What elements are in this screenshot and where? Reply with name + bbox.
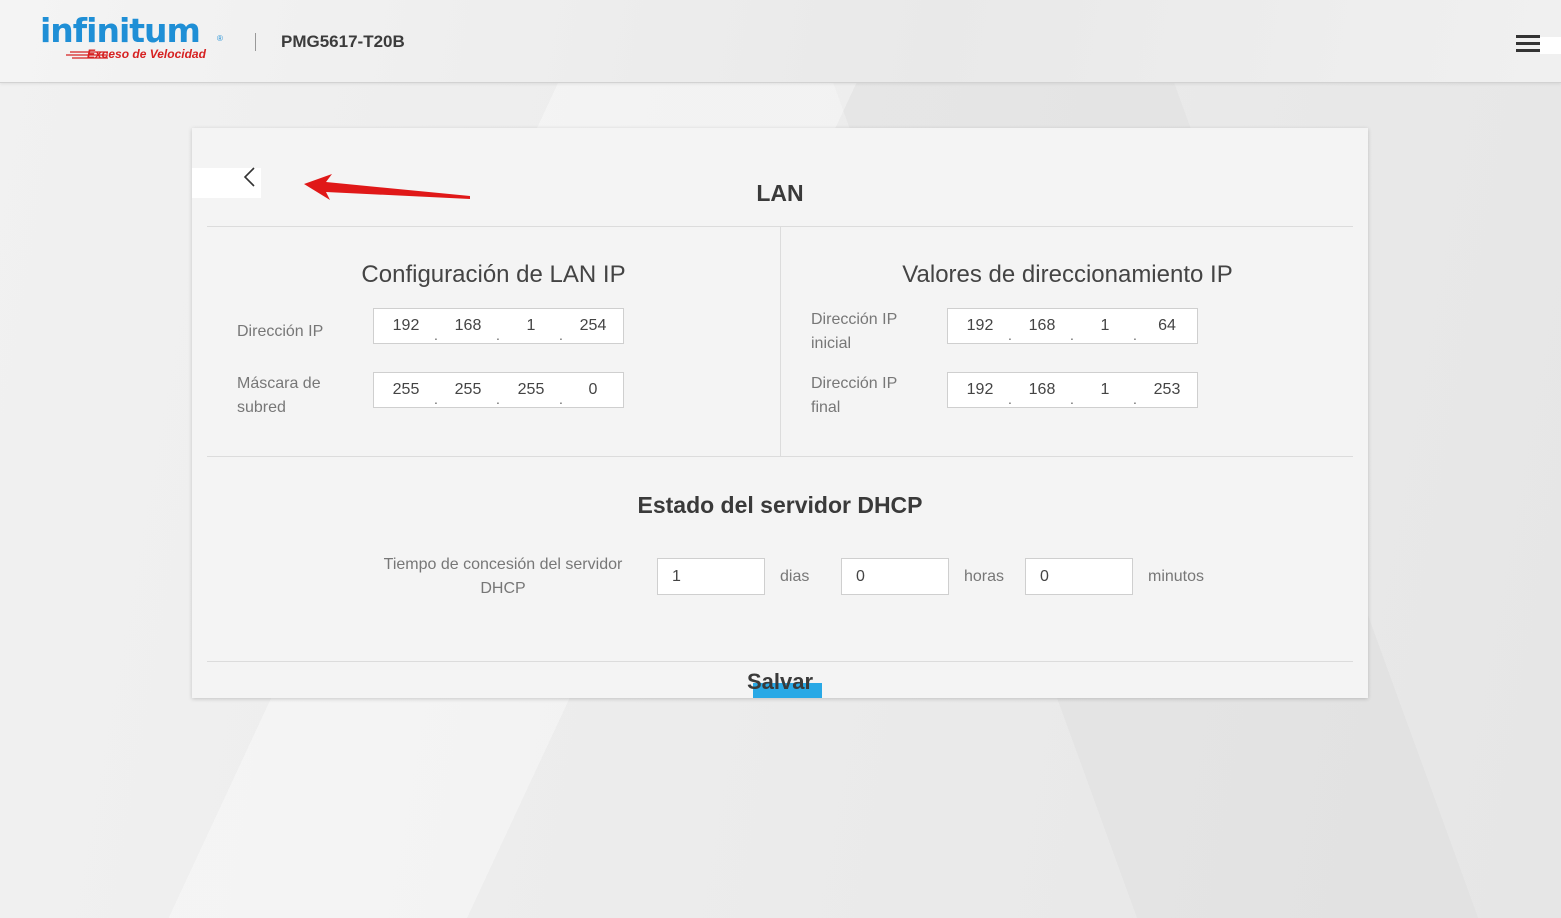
subnet-mask-label: Máscara de subred <box>237 375 321 416</box>
mask-octet-1[interactable] <box>379 373 433 407</box>
end-ip-octet-4[interactable] <box>1140 373 1194 407</box>
subnet-mask-field: . . . <box>373 372 624 408</box>
lease-days-input[interactable] <box>657 558 765 595</box>
section-divider <box>207 456 1353 457</box>
addressing-section-title: Valores de direccionamiento IP <box>902 261 1233 288</box>
ip-octet-4[interactable] <box>566 309 620 343</box>
mask-octet-3[interactable] <box>504 373 558 407</box>
lease-time-label: Tiempo de concesión del servidor DHCP <box>383 556 623 597</box>
days-unit-label: dias <box>780 568 810 585</box>
header-divider <box>255 33 256 51</box>
lan-settings-card: LAN Configuración de LAN IP Dirección IP… <box>192 128 1368 698</box>
mask-octet-2[interactable] <box>441 373 495 407</box>
save-button[interactable]: Salvar <box>732 667 828 697</box>
ip-octet-3[interactable] <box>504 309 558 343</box>
mask-octet-4[interactable] <box>566 373 620 407</box>
start-ip-octet-4[interactable] <box>1140 309 1194 343</box>
top-header: infinitum ® Exceso de Velocidad PMG5617-… <box>0 0 1561 83</box>
end-ip-octet-2[interactable] <box>1015 373 1069 407</box>
device-model: PMG5617-T20B <box>281 32 405 51</box>
start-ip-octet-2[interactable] <box>1015 309 1069 343</box>
lease-minutes-input[interactable] <box>1025 558 1133 595</box>
footer-divider <box>207 661 1353 662</box>
logo-tagline: Exceso de Velocidad <box>87 47 206 61</box>
lan-ip-section-title: Configuración de LAN IP <box>361 261 626 288</box>
hours-unit-label: horas <box>964 568 1005 585</box>
end-ip-field: . . . <box>947 372 1198 408</box>
end-ip-label: Dirección IP final <box>811 375 897 416</box>
start-ip-label: Dirección IP inicial <box>811 311 897 352</box>
start-ip-octet-1[interactable] <box>953 309 1007 343</box>
page-title: LAN <box>756 180 804 206</box>
end-ip-octet-1[interactable] <box>953 373 1007 407</box>
end-ip-octet-3[interactable] <box>1078 373 1132 407</box>
lease-hours-input[interactable] <box>841 558 949 595</box>
logo-registered-mark: ® <box>217 34 223 43</box>
minutes-unit-label: minutos <box>1148 568 1205 585</box>
logo-wordmark: infinitum <box>40 11 201 50</box>
infinitum-logo[interactable]: infinitum ® Exceso de Velocidad <box>40 12 230 64</box>
start-ip-octet-3[interactable] <box>1078 309 1132 343</box>
dhcp-section-title: Estado del servidor DHCP <box>637 492 923 518</box>
ip-octet-2[interactable] <box>441 309 495 343</box>
ip-address-field: . . . <box>373 308 624 344</box>
start-ip-field: . . . <box>947 308 1198 344</box>
ip-octet-1[interactable] <box>379 309 433 343</box>
ip-address-label: Dirección IP <box>237 323 324 340</box>
header-edge-block <box>1540 37 1561 54</box>
